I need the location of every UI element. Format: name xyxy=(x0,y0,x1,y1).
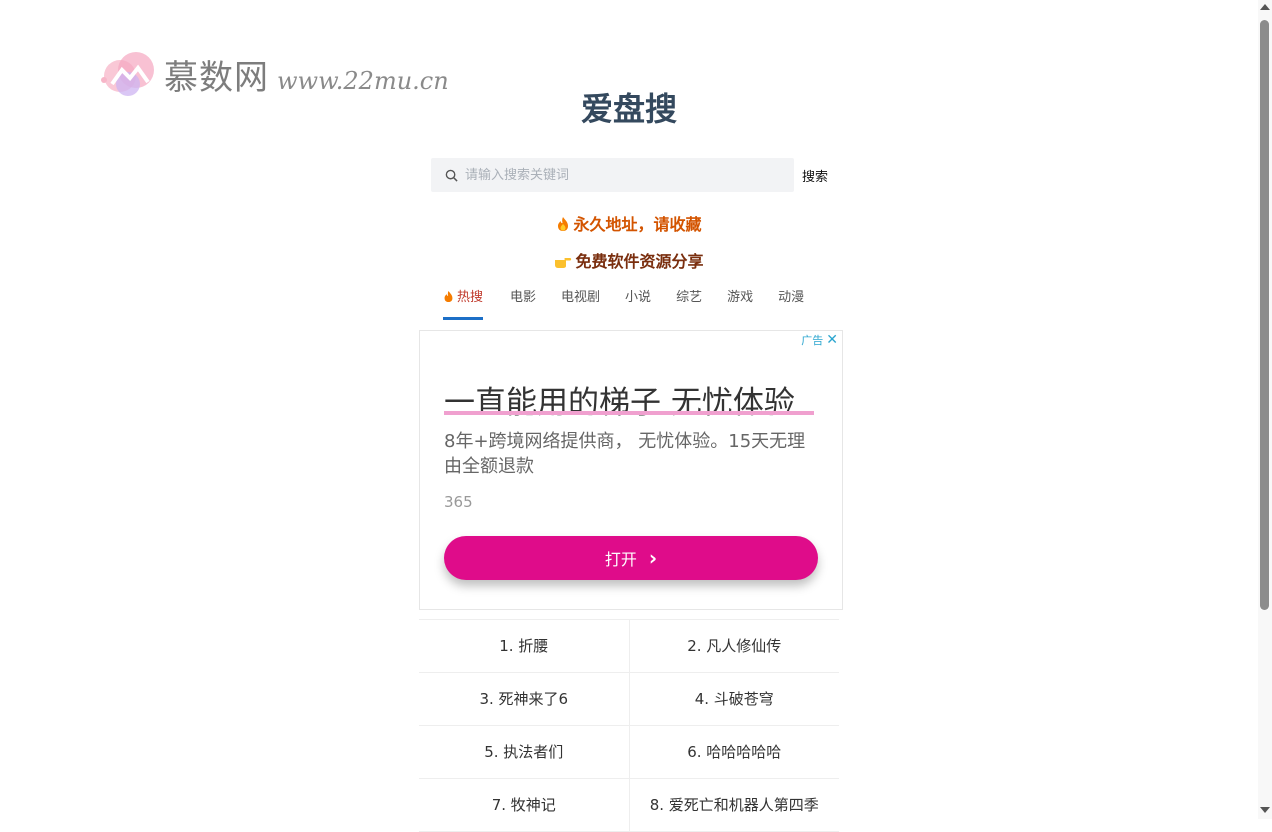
ad-open-button[interactable]: 打开 › xyxy=(444,536,818,580)
list-item[interactable]: 8. 爱死亡和机器人第四季 xyxy=(630,779,840,831)
search-box xyxy=(431,158,794,192)
ad-button-label: 打开 xyxy=(604,550,637,569)
list-item[interactable]: 3. 死神来了6 xyxy=(419,673,630,725)
fire-icon xyxy=(558,217,569,231)
ad-banner[interactable]: 广告 ✕ 一直能用的梯子 无忧体验 8年+跨境网络提供商， 无忧体验。15天无理… xyxy=(419,330,843,610)
notice-permanent-address: 永久地址，请收藏 xyxy=(0,211,1258,235)
tab-anime[interactable]: 动漫 xyxy=(778,288,804,320)
ad-label: 广告 xyxy=(801,334,824,347)
vertical-scrollbar[interactable] xyxy=(1258,0,1272,819)
notice-text: 免费软件资源分享 xyxy=(575,252,704,271)
list-item[interactable]: 2. 凡人修仙传 xyxy=(630,620,840,672)
ad-source: 365 xyxy=(444,493,473,511)
page-title: 爱盘搜 xyxy=(580,90,677,128)
notice-free-software: 免费软件资源分享 xyxy=(0,248,1258,272)
table-row: 5. 执法者们 6. 哈哈哈哈哈 xyxy=(419,726,839,779)
list-item[interactable]: 4. 斗破苍穹 xyxy=(630,673,840,725)
search-input[interactable] xyxy=(463,166,777,184)
ad-headline-underline xyxy=(444,411,814,415)
ad-description: 8年+跨境网络提供商， 无忧体验。15天无理由全额退款 xyxy=(444,431,806,477)
tab-games[interactable]: 游戏 xyxy=(727,288,753,320)
ad-badge[interactable]: 广告 ✕ xyxy=(801,332,838,348)
list-item[interactable]: 1. 折腰 xyxy=(419,620,630,672)
tab-movies[interactable]: 电影 xyxy=(510,288,536,320)
table-row: 1. 折腰 2. 凡人修仙传 xyxy=(419,620,839,673)
table-row: 7. 牧神记 8. 爱死亡和机器人第四季 xyxy=(419,779,839,832)
category-tabs: 热搜 电影 电视剧 小说 综艺 游戏 动漫 xyxy=(443,288,829,322)
search-icon xyxy=(445,169,458,182)
pointing-hand-icon xyxy=(555,258,572,268)
ad-headline[interactable]: 一直能用的梯子 无忧体验 xyxy=(444,377,795,422)
fire-icon xyxy=(444,291,453,302)
scrollbar-thumb[interactable] xyxy=(1260,20,1269,610)
hot-search-list: 1. 折腰 2. 凡人修仙传 3. 死神来了6 4. 斗破苍穹 5. 执法者们 … xyxy=(419,619,839,832)
tab-label: 热搜 xyxy=(457,290,484,305)
tab-novels[interactable]: 小说 xyxy=(625,288,651,320)
notice-text: 永久地址，请收藏 xyxy=(573,215,702,234)
chevron-right-icon: › xyxy=(648,546,658,570)
scroll-up-arrow-icon[interactable] xyxy=(1260,4,1270,10)
tab-variety[interactable]: 综艺 xyxy=(676,288,702,320)
list-item[interactable]: 7. 牧神记 xyxy=(419,779,630,831)
list-item[interactable]: 5. 执法者们 xyxy=(419,726,630,778)
close-icon[interactable]: ✕ xyxy=(826,333,838,347)
tab-tv-series[interactable]: 电视剧 xyxy=(561,288,600,320)
search-button[interactable]: 搜索 xyxy=(802,166,828,185)
scroll-down-arrow-icon[interactable] xyxy=(1260,807,1270,813)
list-item[interactable]: 6. 哈哈哈哈哈 xyxy=(630,726,840,778)
tab-hot[interactable]: 热搜 xyxy=(443,288,484,320)
table-row: 3. 死神来了6 4. 斗破苍穹 xyxy=(419,673,839,726)
